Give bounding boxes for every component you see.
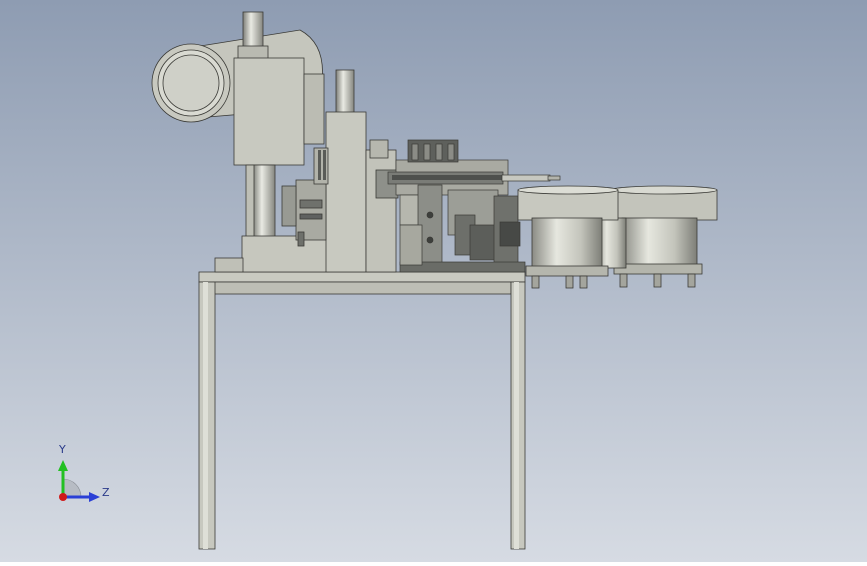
y-axis-label: Y	[59, 443, 66, 456]
graphics-viewport[interactable]	[0, 0, 867, 562]
vibratory-bowls	[517, 185, 718, 289]
axis-triad: Y Z	[50, 440, 120, 510]
z-axis-label: Z	[102, 486, 110, 499]
model-drawing	[0, 0, 867, 562]
